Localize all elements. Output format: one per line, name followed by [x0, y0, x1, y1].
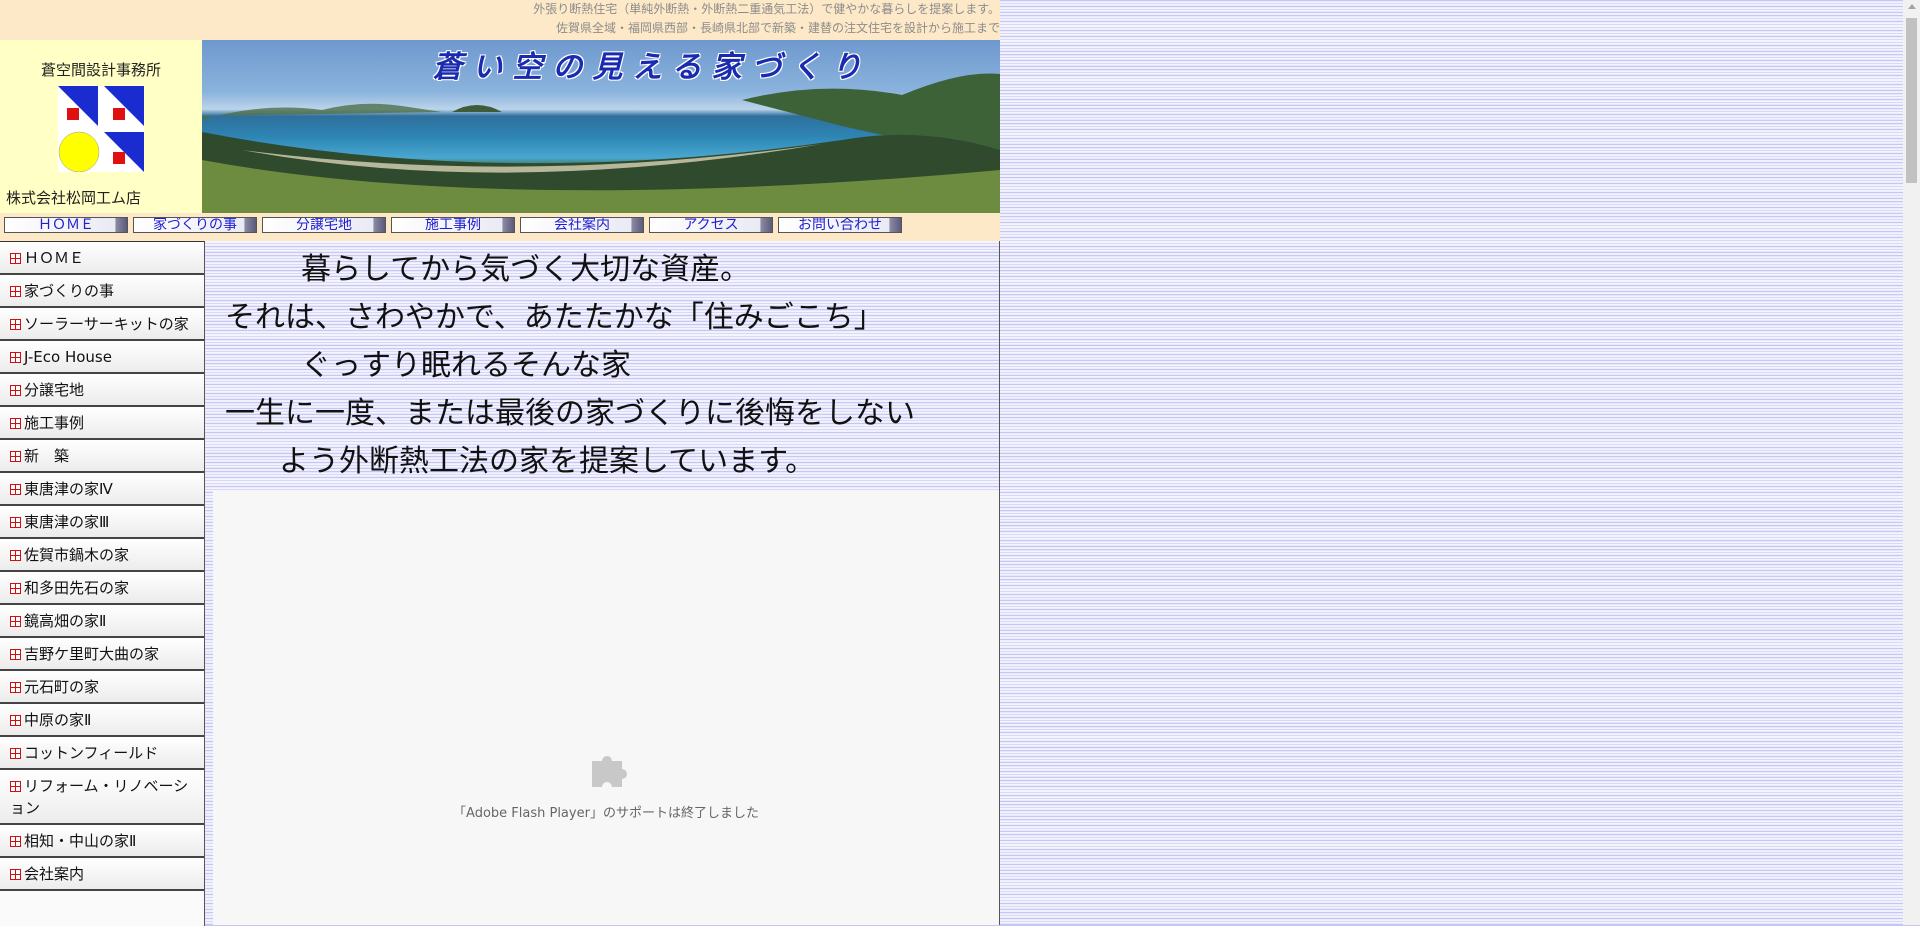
menu-bullet-icon — [10, 869, 21, 880]
header-banner: 蒼い空の見える家づくり — [202, 40, 1000, 213]
sidebar-item-higashikaratsu-3[interactable]: 東唐津の家Ⅲ — [0, 506, 204, 539]
menu-bullet-icon — [10, 649, 21, 660]
menu-bullet-icon — [10, 418, 21, 429]
sidebar-item-higashikaratsu-4[interactable]: 東唐津の家Ⅳ — [0, 473, 204, 506]
top-nav: ＨＯＭＥ 家づくりの事 分譲宅地 施工事例 会社案内 アクセス お問い合わせ — [0, 213, 1000, 241]
sidebar-item-label: 東唐津の家Ⅳ — [24, 480, 113, 498]
menu-bullet-icon — [10, 682, 21, 693]
office-name: 蒼空間設計事務所 — [40, 61, 161, 79]
nav-contact[interactable]: お問い合わせ — [778, 217, 902, 233]
nav-home[interactable]: ＨＯＭＥ — [4, 217, 128, 233]
sidebar-item-nakabaru-house-2[interactable]: 中原の家Ⅱ — [0, 704, 204, 737]
sidebar-item-house-building[interactable]: 家づくりの事 — [0, 275, 204, 308]
sidebar-item-label: 吉野ケ里町大曲の家 — [24, 645, 160, 663]
sidebar-item-motoishi-house[interactable]: 元石町の家 — [0, 671, 204, 704]
menu-bullet-icon — [10, 583, 21, 594]
site-wrapper: 外張り断熱住宅（単純外断熱・外断熱二重通気工法）で健やかな暮らしを提案します。 … — [0, 0, 1000, 926]
sidebar-item-label: コットンフィールド — [24, 744, 159, 762]
tagline-2: 佐賀県全域・福岡県西部・長崎県北部で新築・建替の注文住宅を設計から施工まで — [555, 21, 1000, 35]
nav-house-building[interactable]: 家づくりの事 — [133, 217, 257, 233]
hero-line-3: ぐっすり眠れるそんな家 — [301, 348, 631, 383]
menu-bullet-icon — [10, 550, 21, 561]
sidebar-item-label: リフォーム・リノベーション — [10, 777, 189, 817]
nav-housing-lots[interactable]: 分譲宅地 — [262, 217, 386, 233]
sidebar-item-label: 分譲宅地 — [24, 381, 85, 399]
page-scrollbar[interactable] — [1903, 0, 1920, 925]
scrollbar-thumb[interactable] — [1906, 18, 1917, 183]
main-content: 暮らしてから気づく大切な資産。 それは、さわやかで、あたたかな「住みごこち」 ぐ… — [205, 241, 1000, 925]
company-name: 株式会社松岡工ム店 — [6, 189, 142, 207]
sidebar-item-label: 中原の家Ⅱ — [24, 711, 92, 729]
sidebar-item-label: 佐賀市鍋木の家 — [24, 546, 130, 564]
hero-line-4: 一生に一度、または最後の家づくりに後悔をしない — [225, 396, 915, 431]
menu-bullet-icon — [10, 286, 21, 297]
top-bar: 外張り断熱住宅（単純外断熱・外断熱二重通気工法）で健やかな暮らしを提案します。 … — [0, 0, 1000, 40]
sidebar-item-housing-lots[interactable]: 分譲宅地 — [0, 374, 204, 407]
menu-bullet-icon — [10, 385, 21, 396]
hero-line-1: 暮らしてから気づく大切な資産。 — [301, 252, 751, 287]
banner-title: 蒼い空の見える家づくり — [432, 50, 872, 85]
sidebar-item-label: 家づくりの事 — [24, 282, 115, 300]
flash-message: 「Adobe Flash Player」のサポートは終了しました — [453, 806, 759, 821]
menu-bullet-icon — [10, 836, 21, 847]
sidebar-item-ouchi-house-2[interactable]: 相知・中山の家Ⅱ — [0, 825, 204, 858]
sidebar-item-reform[interactable]: リフォーム・リノベーション — [0, 770, 204, 825]
sidebar-item-works[interactable]: 施工事例 — [0, 407, 204, 440]
sidebar-item-cotton-field[interactable]: コットンフィールド — [0, 737, 204, 770]
sidebar-item-j-eco-house[interactable]: J-Eco House — [0, 341, 204, 374]
menu-bullet-icon — [10, 253, 21, 264]
nav-company[interactable]: 会社案内 — [520, 217, 644, 233]
flash-placeholder[interactable]: 「Adobe Flash Player」のサポートは終了しました — [213, 491, 999, 925]
brand-panel: 蒼空間設計事務所 株式会社松岡工ム店 — [0, 40, 202, 213]
sidebar-item-yoshinogari-house[interactable]: 吉野ケ里町大曲の家 — [0, 638, 204, 671]
sidebar-item-watada-house[interactable]: 和多田先石の家 — [0, 572, 204, 605]
sidebar-item-kagami-house-2[interactable]: 鏡高畑の家Ⅱ — [0, 605, 204, 638]
menu-bullet-icon — [10, 451, 21, 462]
menu-bullet-icon — [10, 616, 21, 627]
menu-bullet-icon — [10, 715, 21, 726]
scroll-up-arrow-icon[interactable] — [1908, 4, 1916, 9]
side-menu: ＨＯＭＥ 家づくりの事 ソーラーサーキットの家 J-Eco House 分譲宅地… — [0, 241, 205, 926]
sidebar-item-home[interactable]: ＨＯＭＥ — [0, 242, 204, 275]
menu-bullet-icon — [10, 517, 21, 528]
menu-bullet-icon — [10, 781, 21, 792]
sidebar-item-company[interactable]: 会社案内 — [0, 858, 204, 891]
sidebar-item-label: 元石町の家 — [24, 678, 100, 696]
sidebar-item-label: 鏡高畑の家Ⅱ — [24, 612, 107, 630]
sidebar-item-label: ソーラーサーキットの家 — [24, 315, 189, 333]
hero-line-2: それは、さわやかで、あたたかな「住みごこち」 — [225, 300, 884, 335]
sidebar-item-label: 東唐津の家Ⅲ — [24, 513, 110, 531]
menu-bullet-icon — [10, 319, 21, 330]
sidebar-item-label: 新 築 — [24, 447, 70, 465]
sidebar-item-label: 会社案内 — [24, 865, 85, 883]
menu-bullet-icon — [10, 352, 21, 363]
sidebar-item-label: 施工事例 — [24, 414, 85, 432]
sidebar-item-label: 和多田先石の家 — [24, 579, 130, 597]
sidebar-item-label: 相知・中山の家Ⅱ — [24, 832, 137, 850]
hero-message: 暮らしてから気づく大切な資産。 それは、さわやかで、あたたかな「住みごこち」 ぐ… — [205, 241, 999, 487]
sidebar-item-saga-house[interactable]: 佐賀市鍋木の家 — [0, 539, 204, 572]
menu-bullet-icon — [10, 748, 21, 759]
nav-works[interactable]: 施工事例 — [391, 217, 515, 233]
menu-bullet-icon — [10, 484, 21, 495]
hero-line-5: よう外断熱工法の家を提案しています。 — [279, 444, 816, 479]
sidebar-item-new-build[interactable]: 新 築 — [0, 440, 204, 473]
nav-access[interactable]: アクセス — [649, 217, 773, 233]
puzzle-piece-icon — [592, 756, 627, 787]
sidebar-item-label: J-Eco House — [24, 348, 112, 366]
tagline-1: 外張り断熱住宅（単純外断熱・外断熱二重通気工法）で健やかな暮らしを提案します。 — [533, 2, 1000, 16]
sidebar-item-solar-circuit[interactable]: ソーラーサーキットの家 — [0, 308, 204, 341]
company-logo[interactable] — [58, 86, 144, 172]
sidebar-item-label: ＨＯＭＥ — [24, 249, 85, 267]
